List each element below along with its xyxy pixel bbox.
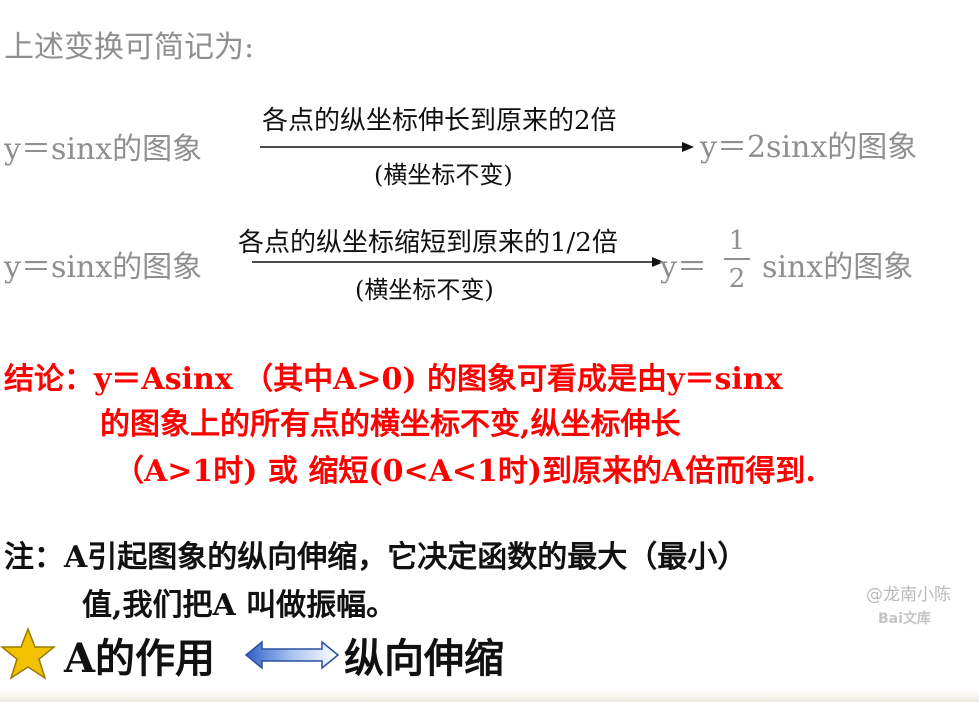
transform1-below-arrow: (横坐标不变) (374, 161, 513, 189)
fraction-numerator: 1 (728, 226, 746, 256)
conclusion-line2: 的图象上的所有点的横坐标不变,纵坐标伸长 (100, 407, 681, 442)
transform2-arrow (252, 257, 664, 267)
transform1-above-arrow: 各点的纵坐标伸长到原来的2倍 (262, 106, 617, 136)
slide: 上述变换可简记为: y＝sinx的图象 各点的纵坐标伸长到原来的2倍 (横坐标不… (0, 0, 979, 702)
conclusion-line1: 结论：y＝Asinx （其中A>0) 的图象可看成是由y＝sinx (4, 362, 783, 397)
double-arrow-icon (244, 640, 340, 670)
fraction-one-half: 1 2 (722, 228, 752, 292)
watermark-author: @龙南小陈 (866, 585, 951, 605)
star-icon (0, 627, 56, 680)
conclusion-line3: （A>1时) 或 缩短(0<A<1时)到原来的A倍而得到. (114, 454, 816, 489)
note-line2: 值,我们把A 叫做振幅。 (82, 588, 397, 623)
summary-right: 纵向伸缩 (344, 635, 504, 682)
transform2-above-arrow: 各点的纵坐标缩短到原来的1/2倍 (238, 228, 618, 258)
transform1-arrow (260, 142, 694, 152)
transform2-from: y＝sinx的图象 (4, 250, 203, 285)
bottom-strip (0, 690, 979, 702)
fraction-denominator: 2 (728, 264, 746, 294)
note-line1: 注：A引起图象的纵向伸缩，它决定函数的最大（最小） (4, 540, 748, 575)
transform1-to: y＝2sinx的图象 (700, 130, 918, 165)
summary-left: A的作用 (64, 635, 216, 682)
transform2-to-prefix: y＝ (660, 250, 707, 285)
transform2-below-arrow: (横坐标不变) (355, 276, 494, 304)
intro-text: 上述变换可简记为: (4, 30, 255, 65)
watermark-brand: Bai文库 (878, 611, 931, 627)
transform2-to-suffix: sinx的图象 (762, 250, 914, 285)
transform1-from: y＝sinx的图象 (4, 132, 203, 167)
